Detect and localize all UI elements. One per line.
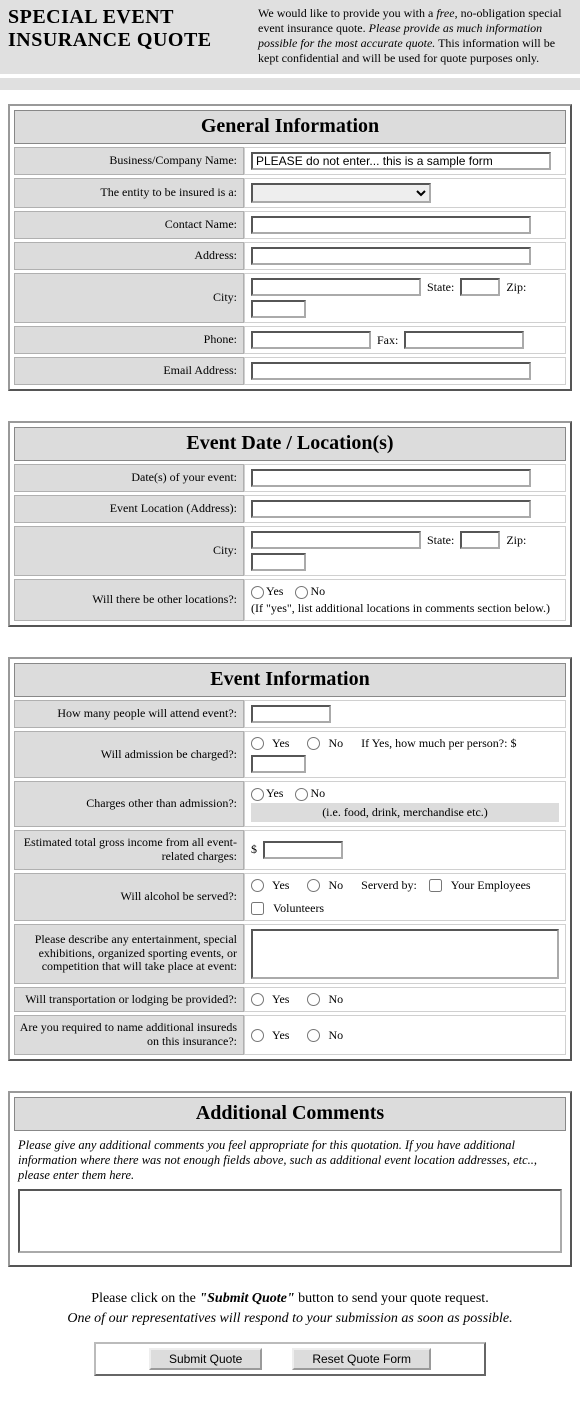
section-title-event-location: Event Date / Location(s) — [14, 427, 566, 461]
input-email[interactable] — [251, 362, 531, 380]
radio-transport-yes[interactable] — [251, 993, 264, 1006]
label-event-zip: Zip: — [506, 533, 526, 548]
input-contact-name[interactable] — [251, 216, 531, 234]
label-address: Address: — [14, 242, 244, 270]
header-divider — [0, 78, 580, 90]
reset-quote-button[interactable]: Reset Quote Form — [292, 1348, 431, 1370]
radio-other-locations-yes[interactable] — [251, 586, 264, 599]
select-entity-type[interactable] — [251, 183, 431, 203]
label-contact-name: Contact Name: — [14, 211, 244, 239]
textarea-describe-event[interactable] — [251, 929, 559, 979]
label-zip: Zip: — [506, 280, 526, 295]
label-other-charges: Charges other than admission?: — [14, 781, 244, 827]
radio-alcohol-yes[interactable] — [251, 879, 264, 892]
label-business-name: Business/Company Name: — [14, 147, 244, 175]
label-fax: Fax: — [377, 333, 398, 348]
comments-instructions: Please give any additional comments you … — [14, 1134, 566, 1189]
label-city: City: — [14, 273, 244, 323]
button-bar: Submit Quote Reset Quote Form — [94, 1342, 486, 1376]
textarea-comments[interactable] — [18, 1189, 562, 1253]
page-header: SPECIAL EVENT INSURANCE QUOTE We would l… — [0, 0, 580, 74]
label-entity-type: The entity to be insured is a: — [14, 178, 244, 208]
radio-other-locations-no[interactable] — [295, 586, 308, 599]
radio-additional-insureds-no[interactable] — [307, 1029, 320, 1042]
input-attendance[interactable] — [251, 705, 331, 723]
label-alcohol: Will alcohol be served?: — [14, 873, 244, 921]
label-attendance: How many people will attend event?: — [14, 700, 244, 728]
label-admission: Will admission be charged?: — [14, 731, 244, 778]
submit-quote-button[interactable]: Submit Quote — [149, 1348, 262, 1370]
input-business-name[interactable] — [251, 152, 551, 170]
input-address[interactable] — [251, 247, 531, 265]
input-admission-amount[interactable] — [251, 755, 306, 773]
input-event-location[interactable] — [251, 500, 531, 518]
input-gross-income[interactable] — [263, 841, 343, 859]
section-title-comments: Additional Comments — [14, 1097, 566, 1131]
section-general: General Information Business/Company Nam… — [8, 104, 572, 391]
input-event-zip[interactable] — [251, 553, 306, 571]
radio-transport-no[interactable] — [307, 993, 320, 1006]
input-event-city[interactable] — [251, 531, 421, 549]
label-other-locations: Will there be other locations?: — [14, 579, 244, 621]
input-city[interactable] — [251, 278, 421, 296]
input-event-state[interactable] — [460, 531, 500, 549]
radio-additional-insureds-yes[interactable] — [251, 1029, 264, 1042]
label-event-city: City: — [14, 526, 244, 576]
radio-other-charges-yes[interactable] — [251, 788, 264, 801]
hint-other-locations: (If "yes", list additional locations in … — [251, 601, 559, 616]
label-email: Email Address: — [14, 357, 244, 385]
hint-other-charges: (i.e. food, drink, merchandise etc.) — [251, 803, 559, 822]
section-event-info: Event Information How many people will a… — [8, 657, 572, 1061]
section-event-location: Event Date / Location(s) Date(s) of your… — [8, 421, 572, 627]
label-additional-insureds: Are you required to name additional insu… — [14, 1015, 244, 1055]
label-admission-amount: If Yes, how much per person?: $ — [361, 736, 516, 751]
label-transport-lodging: Will transportation or lodging be provid… — [14, 987, 244, 1013]
input-event-date[interactable] — [251, 469, 531, 487]
radio-other-charges-no[interactable] — [295, 788, 308, 801]
submit-instructions: Please click on the "Submit Quote" butto… — [10, 1289, 570, 1328]
section-title-event-info: Event Information — [14, 663, 566, 697]
label-event-date: Date(s) of your event: — [14, 464, 244, 492]
page-description: We would like to provide you with a free… — [258, 6, 570, 66]
label-describe-event: Please describe any entertainment, speci… — [14, 924, 244, 984]
radio-admission-no[interactable] — [307, 737, 320, 750]
section-title-general: General Information — [14, 110, 566, 144]
label-served-by: Serverd by: — [361, 878, 417, 893]
radio-alcohol-no[interactable] — [307, 879, 320, 892]
radio-admission-yes[interactable] — [251, 737, 264, 750]
checkbox-volunteers[interactable] — [251, 902, 264, 915]
label-event-state: State: — [427, 533, 454, 548]
input-zip[interactable] — [251, 300, 306, 318]
section-comments: Additional Comments Please give any addi… — [8, 1091, 572, 1267]
input-phone[interactable] — [251, 331, 371, 349]
page-title: SPECIAL EVENT INSURANCE QUOTE — [8, 6, 238, 52]
input-fax[interactable] — [404, 331, 524, 349]
label-state: State: — [427, 280, 454, 295]
input-state[interactable] — [460, 278, 500, 296]
label-gross-income: Estimated total gross income from all ev… — [14, 830, 244, 870]
label-phone: Phone: — [14, 326, 244, 354]
label-event-location: Event Location (Address): — [14, 495, 244, 523]
checkbox-your-employees[interactable] — [429, 879, 442, 892]
